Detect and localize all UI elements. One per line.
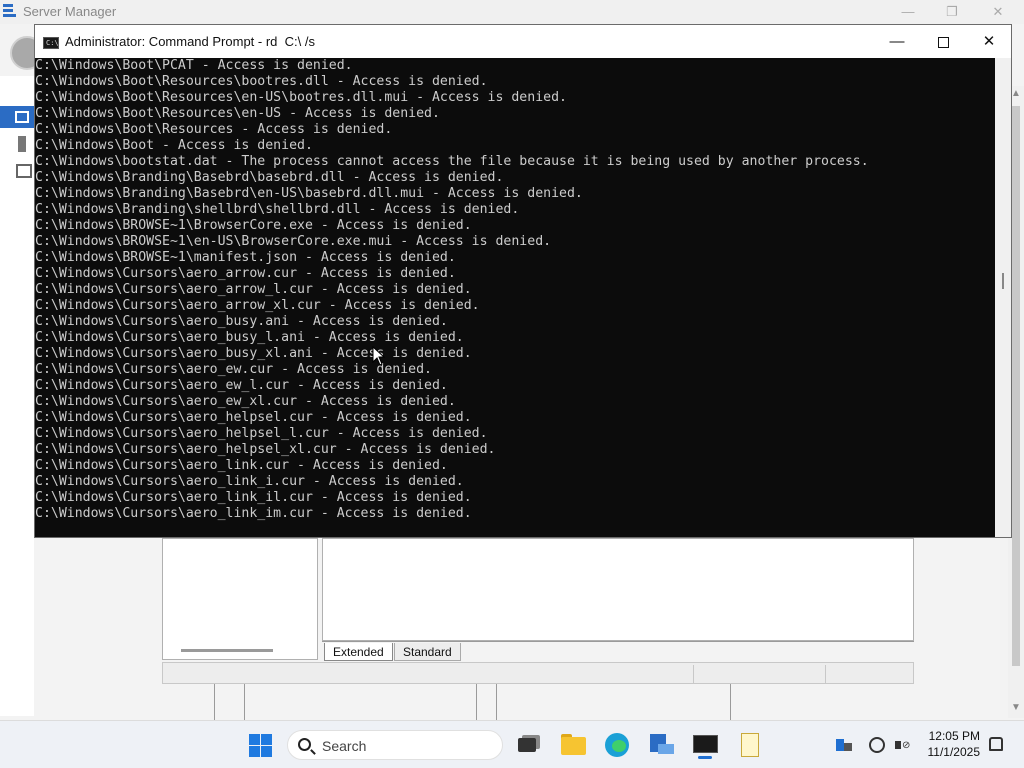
sm-restore-button[interactable]: ❐: [932, 2, 972, 22]
console-output[interactable]: C:\Windows\Boot\PCAT - Access is denied.…: [35, 58, 995, 537]
console-line: C:\Windows\Boot\Resources\bootres.dll - …: [35, 74, 488, 89]
cmd-minimize-button[interactable]: —: [875, 27, 919, 57]
tray-device-icon[interactable]: [836, 737, 852, 753]
mouse-pointer-icon: [372, 346, 386, 366]
sm-close-button[interactable]: ✕: [978, 2, 1018, 22]
local-server-icon[interactable]: [18, 136, 26, 152]
sm-lower-columns: [214, 684, 734, 720]
windows-logo-icon: [249, 734, 260, 745]
tab-extended[interactable]: Extended: [324, 643, 393, 661]
sm-status-bar: [162, 662, 914, 684]
task-view-icon[interactable]: [514, 730, 544, 760]
console-line: C:\Windows\Cursors\aero_link_il.cur - Ac…: [35, 490, 472, 505]
search-icon: [298, 738, 311, 751]
sm-tree-hscroll[interactable]: [181, 649, 273, 652]
server-manager-titlebar: Server Manager — ❐ ✕: [0, 0, 1024, 24]
console-line: C:\Windows\Cursors\aero_link_i.cur - Acc…: [35, 474, 464, 489]
console-line: C:\Windows\Branding\Basebrd\basebrd.dll …: [35, 170, 504, 185]
console-line: C:\Windows\BROWSE~1\manifest.json - Acce…: [35, 250, 456, 265]
console-line: C:\Windows\Cursors\aero_arrow_xl.cur - A…: [35, 298, 480, 313]
console-line: C:\Windows\Cursors\aero_arrow.cur - Acce…: [35, 266, 456, 281]
file-explorer-icon[interactable]: [558, 730, 588, 760]
edge-browser-icon[interactable]: [602, 730, 632, 760]
console-line: C:\Windows\Cursors\aero_arrow_l.cur - Ac…: [35, 282, 472, 297]
search-label: Search: [322, 738, 367, 754]
cmd-maximize-button[interactable]: [921, 27, 965, 57]
tab-standard[interactable]: Standard: [394, 643, 461, 661]
cmd-scroll-thumb[interactable]: [1002, 273, 1004, 289]
clock-time[interactable]: 12:05 PM: [900, 729, 980, 743]
sm-tree-panel: [162, 538, 318, 660]
console-line: C:\Windows\Cursors\aero_ew_xl.cur - Acce…: [35, 394, 456, 409]
sm-detail-panel: [322, 538, 914, 641]
taskbar-search[interactable]: Search: [287, 730, 503, 760]
console-line: C:\Windows\Cursors\aero_busy_l.ani - Acc…: [35, 330, 464, 345]
sm-minimize-button[interactable]: —: [888, 2, 928, 22]
console-line: C:\Windows\Cursors\aero_link.cur - Acces…: [35, 458, 448, 473]
console-line: C:\Windows\Cursors\aero_helpsel_xl.cur -…: [35, 442, 496, 457]
console-line: C:\Windows\Cursors\aero_link_im.cur - Ac…: [35, 506, 472, 521]
start-button[interactable]: [249, 734, 272, 757]
console-line: C:\Windows\Cursors\aero_busy.ani - Acces…: [35, 314, 448, 329]
clock-date[interactable]: 11/1/2025: [900, 745, 981, 759]
console-line: C:\Windows\Cursors\aero_ew.cur - Access …: [35, 362, 432, 377]
network-globe-icon[interactable]: [869, 737, 885, 753]
cmd-app-icon: C:\: [43, 37, 59, 49]
console-line: C:\Windows\BROWSE~1\en-US\BrowserCore.ex…: [35, 234, 552, 249]
sm-view-tabs: Extended Standard: [322, 641, 914, 661]
console-line: C:\Windows\Cursors\aero_busy_xl.ani - Ac…: [35, 346, 472, 361]
cmd-titlebar[interactable]: C:\ Administrator: Command Prompt - rd C…: [35, 25, 1011, 58]
console-line: C:\Windows\BROWSE~1\BrowserCore.exe - Ac…: [35, 218, 472, 233]
console-line: C:\Windows\bootstat.dat - The process ca…: [35, 154, 869, 169]
console-line: C:\Windows\Boot\Resources\en-US - Access…: [35, 106, 440, 121]
console-line: C:\Windows\Boot\Resources\en-US\bootres.…: [35, 90, 567, 105]
console-line: C:\Windows\Branding\shellbrd\shellbrd.dl…: [35, 202, 520, 217]
cmd-window-title: Administrator: Command Prompt - rd C:\ /…: [65, 34, 315, 49]
console-line: C:\Windows\Cursors\aero_helpsel_l.cur - …: [35, 426, 488, 441]
notification-bell-icon[interactable]: [989, 737, 1003, 751]
scroll-up-icon[interactable]: ▲: [1011, 88, 1021, 99]
sm-left-nav: [0, 76, 34, 716]
cmd-close-button[interactable]: ✕: [967, 27, 1011, 57]
console-line: C:\Windows\Cursors\aero_ew_l.cur - Acces…: [35, 378, 448, 393]
maximize-icon: [937, 36, 949, 48]
sm-scroll-thumb[interactable]: [1012, 106, 1020, 666]
all-servers-icon[interactable]: [16, 164, 32, 178]
console-line: C:\Windows\Boot\Resources - Access is de…: [35, 122, 393, 137]
server-manager-taskbar-icon[interactable]: [646, 730, 676, 760]
console-line: C:\Windows\Branding\Basebrd\en-US\basebr…: [35, 186, 583, 201]
command-prompt-taskbar-icon[interactable]: [690, 730, 720, 760]
console-line: C:\Windows\Boot\PCAT - Access is denied.: [35, 58, 353, 73]
server-manager-icon: [3, 4, 17, 18]
notepad-icon[interactable]: [735, 730, 765, 760]
console-line: C:\Windows\Boot - Access is denied.: [35, 138, 313, 153]
taskbar: Search ⊘ 12:05 PM 11/1/2025: [0, 720, 1024, 768]
command-prompt-window[interactable]: C:\ Administrator: Command Prompt - rd C…: [34, 24, 1012, 538]
dashboard-icon[interactable]: [0, 106, 34, 128]
scroll-down-icon[interactable]: ▼: [1011, 702, 1021, 713]
console-line: C:\Windows\Cursors\aero_helpsel.cur - Ac…: [35, 410, 472, 425]
server-manager-title: Server Manager: [23, 4, 117, 19]
cmd-scrollbar[interactable]: [995, 58, 1011, 537]
